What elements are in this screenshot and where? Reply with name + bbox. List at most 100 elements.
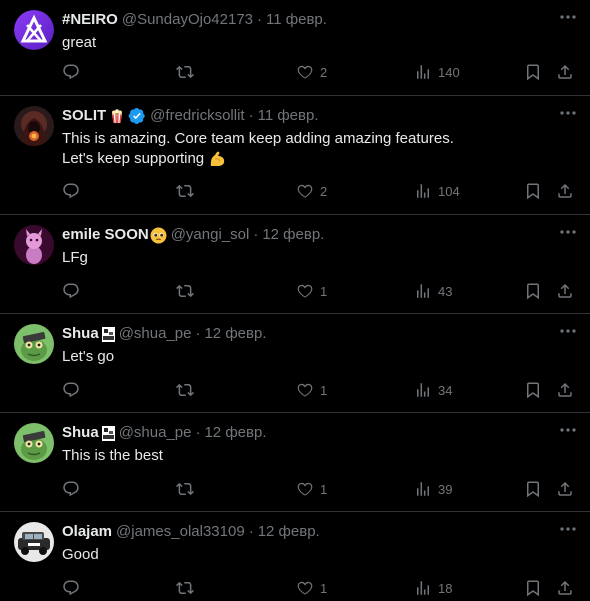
bookmark-button[interactable]	[524, 480, 542, 498]
like-button[interactable]: 1	[296, 579, 327, 597]
tweet-text: Good	[62, 545, 574, 565]
like-count: 1	[320, 481, 328, 497]
display-name[interactable]: Olajam	[62, 522, 112, 542]
views-button[interactable]: 18	[414, 579, 452, 597]
reply-button[interactable]	[62, 282, 80, 300]
avatar[interactable]	[14, 324, 54, 364]
share-icon	[558, 382, 572, 397]
display-name[interactable]: emile SOON	[62, 225, 149, 245]
heart-icon	[297, 482, 313, 496]
share-button[interactable]	[556, 182, 574, 200]
like-button[interactable]: 1	[296, 282, 327, 300]
repost-icon	[176, 284, 194, 298]
views-button[interactable]: 140	[414, 63, 460, 81]
tweet[interactable]: SOLIT @fredricksollit · 11 февр. This is…	[0, 96, 590, 215]
like-button[interactable]: 1	[296, 480, 327, 498]
display-name[interactable]: #NEIRO	[62, 10, 118, 30]
share-icon	[558, 183, 572, 198]
repost-button[interactable]	[176, 381, 194, 399]
avatar[interactable]	[14, 522, 54, 562]
tweet-date[interactable]: 11 февр.	[266, 10, 327, 30]
separator-dot: ·	[248, 523, 254, 540]
share-button[interactable]	[556, 579, 574, 597]
like-button[interactable]: 2	[296, 182, 327, 200]
analytics-icon	[417, 184, 429, 198]
separator-dot: ·	[253, 226, 259, 243]
tweet-date[interactable]: 12 февр.	[204, 423, 266, 443]
repost-icon	[176, 581, 194, 595]
more-options-icon[interactable]	[558, 521, 578, 537]
share-button[interactable]	[556, 282, 574, 300]
repost-button[interactable]	[176, 579, 194, 597]
bookmark-button[interactable]	[524, 381, 542, 399]
heart-icon	[297, 184, 313, 198]
reply-button[interactable]	[62, 381, 80, 399]
more-options-icon[interactable]	[558, 105, 578, 121]
more-options-icon[interactable]	[558, 224, 578, 240]
analytics-icon	[417, 383, 429, 397]
user-handle[interactable]: @shua_pe	[119, 324, 192, 344]
views-button[interactable]: 39	[414, 480, 452, 498]
share-icon	[558, 64, 572, 79]
avatar[interactable]	[14, 423, 54, 463]
repost-button[interactable]	[176, 282, 194, 300]
like-button[interactable]: 2	[296, 63, 327, 81]
pink-creature-avatar	[14, 225, 54, 265]
tweet-date[interactable]: 11 февр.	[258, 106, 319, 126]
share-button[interactable]	[556, 480, 574, 498]
user-handle[interactable]: @fredricksollit	[150, 106, 244, 126]
bookmark-button[interactable]	[524, 182, 542, 200]
pixel-badge	[101, 425, 115, 441]
view-count: 39	[438, 481, 453, 497]
tweet-date[interactable]: 12 февр.	[262, 225, 324, 245]
repost-icon	[176, 184, 194, 198]
repost-icon	[176, 482, 194, 496]
reply-icon	[63, 580, 79, 596]
display-name[interactable]: Shua	[62, 423, 99, 443]
bookmark-button[interactable]	[524, 63, 542, 81]
reply-button[interactable]	[62, 182, 80, 200]
views-button[interactable]: 34	[414, 381, 452, 399]
tweet-date[interactable]: 12 февр.	[258, 522, 320, 542]
avatar[interactable]	[14, 10, 54, 50]
tweet-line: This is the best	[62, 447, 163, 464]
views-button[interactable]: 43	[414, 282, 452, 300]
reply-button[interactable]	[62, 480, 80, 498]
bookmark-button[interactable]	[524, 579, 542, 597]
tweet[interactable]: Shua @shua_pe · 12 февр. This is the bes…	[0, 413, 590, 512]
tweet[interactable]: Olajam @james_olal33109 · 12 февр. Good …	[0, 512, 590, 601]
views-button[interactable]: 104	[414, 182, 460, 200]
avatar[interactable]	[14, 225, 54, 265]
user-handle[interactable]: @james_olal33109	[116, 522, 245, 542]
tweet[interactable]: #NEIRO @SundayOjo42173 · 11 февр. great …	[0, 0, 590, 96]
user-handle[interactable]: @SundayOjo42173	[122, 10, 253, 30]
repost-button[interactable]	[176, 480, 194, 498]
tweet[interactable]: emile SOON @yangi_sol · 12 февр. LFg 1 4…	[0, 215, 590, 314]
user-handle[interactable]: @yangi_sol	[171, 225, 250, 245]
reply-button[interactable]	[62, 579, 80, 597]
share-button[interactable]	[556, 381, 574, 399]
like-button[interactable]: 1	[296, 381, 327, 399]
like-count: 1	[320, 382, 328, 398]
user-handle[interactable]: @shua_pe	[119, 423, 192, 443]
display-name[interactable]: Shua	[62, 324, 99, 344]
heart-icon	[297, 383, 313, 397]
bookmark-button[interactable]	[524, 282, 542, 300]
more-options-icon[interactable]	[558, 422, 578, 438]
tweet[interactable]: Shua @shua_pe · 12 февр. Let's go 1 34	[0, 314, 590, 413]
like-count: 2	[320, 64, 328, 80]
verified-badge[interactable]	[128, 107, 146, 125]
more-options-icon[interactable]	[558, 9, 578, 25]
reply-button[interactable]	[62, 63, 80, 81]
avatar[interactable]	[14, 106, 54, 146]
more-options-icon[interactable]	[558, 323, 578, 339]
share-button[interactable]	[556, 63, 574, 81]
car-avatar	[14, 522, 54, 562]
heart-icon	[297, 284, 313, 298]
bookmark-icon	[527, 183, 539, 200]
tweet-date[interactable]: 12 февр.	[204, 324, 266, 344]
bookmark-icon	[527, 283, 539, 300]
display-name[interactable]: SOLIT	[62, 106, 106, 126]
repost-button[interactable]	[176, 63, 194, 81]
repost-button[interactable]	[176, 182, 194, 200]
